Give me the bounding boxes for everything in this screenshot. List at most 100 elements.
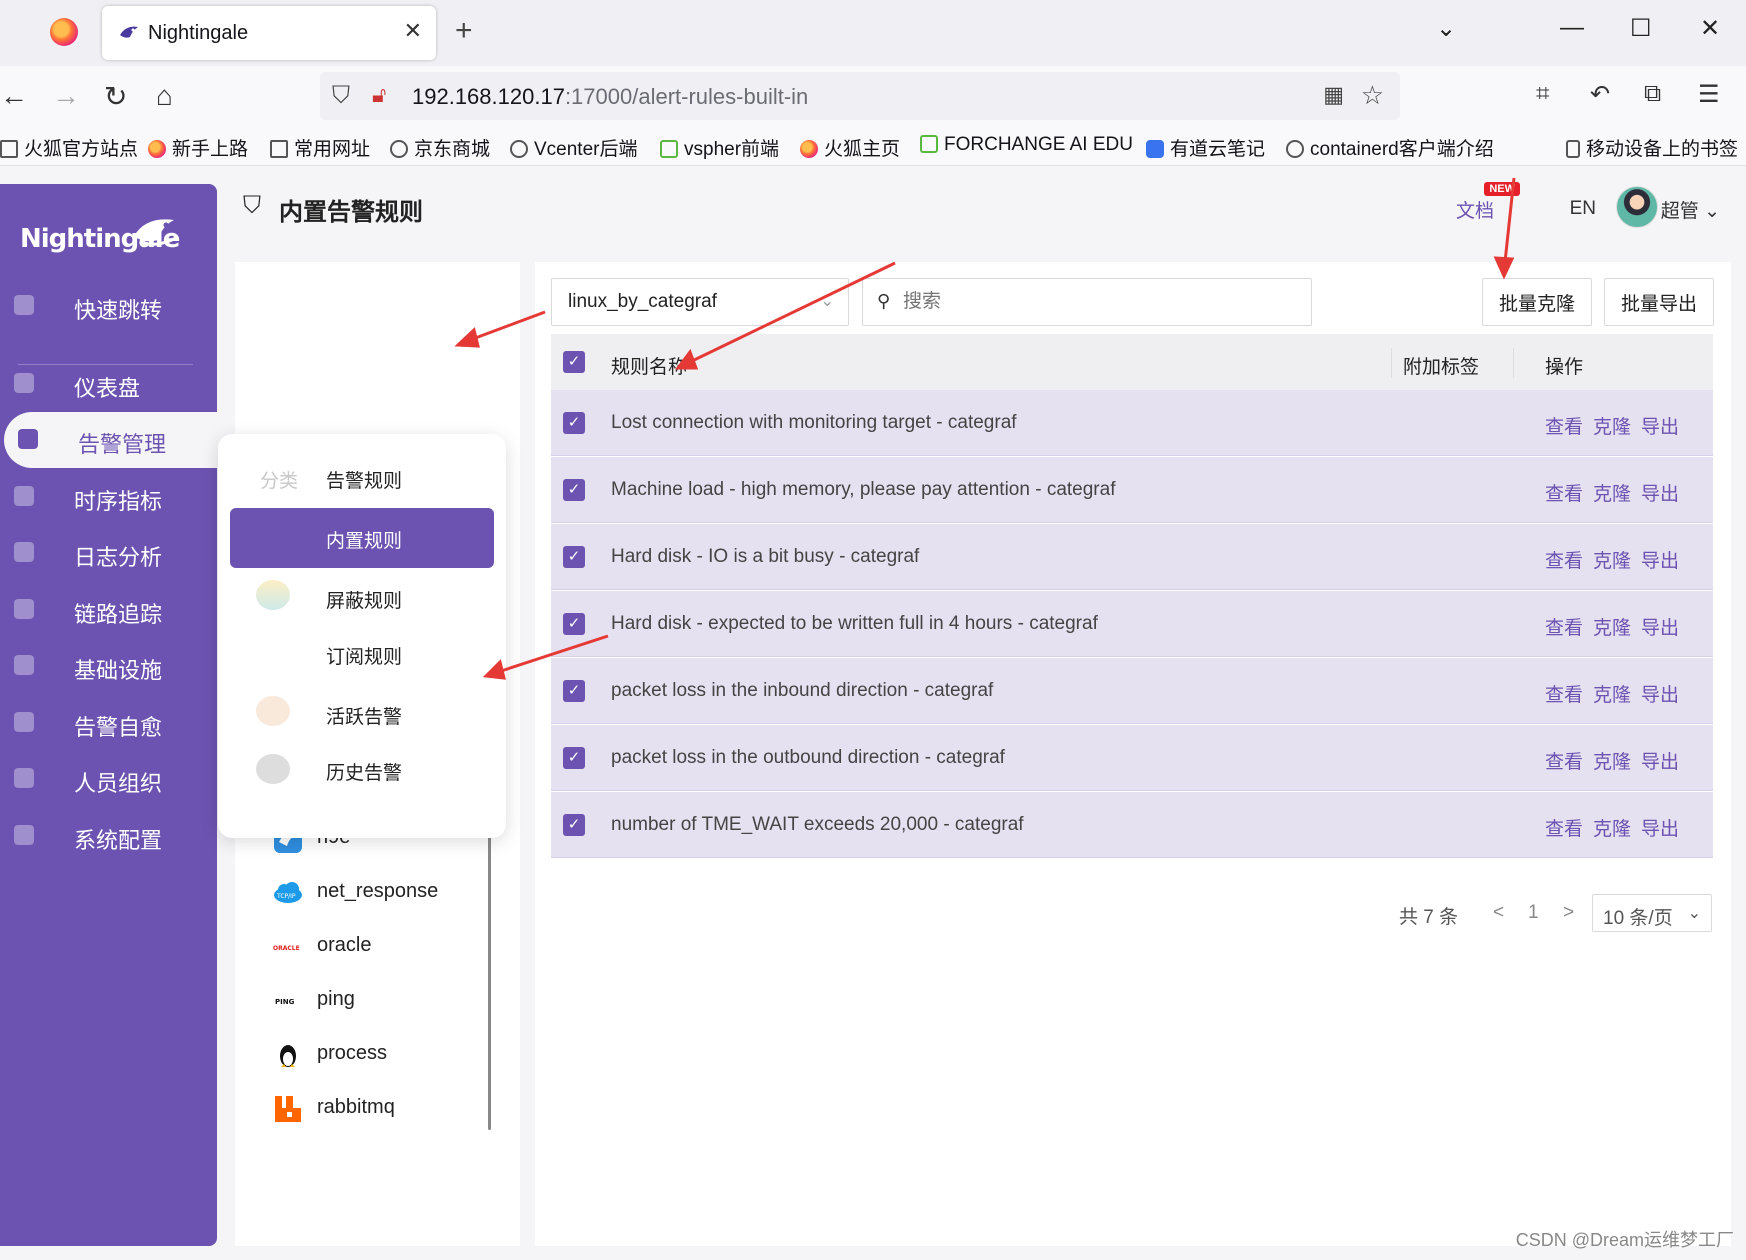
menu-item-infrastructure[interactable]: 基础设施 xyxy=(0,638,217,694)
firefox-icon[interactable] xyxy=(50,18,78,46)
row-checkbox[interactable]: ✓ xyxy=(563,680,585,702)
bookmark-item[interactable]: vspher前端 xyxy=(660,134,779,161)
tab-close-icon[interactable]: ✕ xyxy=(404,18,422,44)
export-link[interactable]: 导出 xyxy=(1641,814,1679,841)
clone-link[interactable]: 克隆 xyxy=(1593,680,1631,707)
close-window-icon[interactable]: ✕ xyxy=(1700,14,1720,43)
view-link[interactable]: 查看 xyxy=(1545,479,1583,506)
extensions-icon[interactable]: ⧉ xyxy=(1644,80,1661,108)
undo-icon[interactable]: ↶ xyxy=(1590,80,1610,109)
back-icon[interactable]: ← xyxy=(0,80,28,112)
menu-item-quick-jump[interactable]: 快速跳转 xyxy=(0,278,217,334)
menu-item-log-analysis[interactable]: 日志分析 xyxy=(0,525,217,581)
export-link[interactable]: 导出 xyxy=(1641,613,1679,640)
bookmark-item[interactable]: FORCHANGE AI EDU xyxy=(920,134,1133,156)
view-link[interactable]: 查看 xyxy=(1545,680,1583,707)
row-checkbox[interactable]: ✓ xyxy=(563,412,585,434)
user-menu[interactable]: 超管 ⌄ xyxy=(1661,196,1720,223)
forward-icon[interactable]: → xyxy=(52,80,80,112)
submenu-subscribe-rules[interactable]: 订阅规则 xyxy=(230,624,494,684)
submenu-active-alerts[interactable]: 活跃告警 xyxy=(230,684,494,744)
language-switch[interactable]: EN xyxy=(1570,198,1596,220)
export-link[interactable]: 导出 xyxy=(1641,680,1679,707)
bookmark-item[interactable]: Vcenter后端 xyxy=(510,134,637,161)
column-rule-name[interactable]: 规则名称 xyxy=(611,352,687,379)
avatar[interactable] xyxy=(1616,186,1658,228)
screenshot-icon[interactable]: ⌗ xyxy=(1536,80,1550,108)
clone-link[interactable]: 克隆 xyxy=(1593,546,1631,573)
home-icon[interactable]: ⌂ xyxy=(156,80,173,112)
page-size-select[interactable]: 10 条/页 ⌄ xyxy=(1592,894,1712,932)
select-all-checkbox[interactable]: ✓ xyxy=(563,351,585,373)
row-checkbox[interactable]: ✓ xyxy=(563,479,585,501)
menu-item-self-healing[interactable]: 告警自愈 xyxy=(0,695,217,751)
menu-item-metrics[interactable]: 时序指标 xyxy=(0,469,217,525)
menu-item-users[interactable]: 人员组织 xyxy=(0,751,217,807)
clone-link[interactable]: 克隆 xyxy=(1593,412,1631,439)
maximize-icon[interactable]: ☐ xyxy=(1630,14,1652,43)
component-item-net-response[interactable]: TCP/IP net_response xyxy=(259,862,489,922)
menu-item-system-config[interactable]: 系统配置 xyxy=(0,808,217,864)
menu-item-dashboard[interactable]: 仪表盘 xyxy=(0,356,217,412)
rule-name: Lost connection with monitoring target -… xyxy=(611,412,1017,433)
bookmark-item[interactable]: 京东商城 xyxy=(390,134,490,161)
export-link[interactable]: 导出 xyxy=(1641,747,1679,774)
component-item-rabbitmq[interactable]: rabbitmq xyxy=(259,1078,489,1138)
component-item-ping[interactable]: PING ping xyxy=(259,970,489,1030)
view-link[interactable]: 查看 xyxy=(1545,613,1583,640)
bookmark-item[interactable]: 火狐主页 xyxy=(800,134,900,161)
table-header: ✓ 规则名称 附加标签 操作 xyxy=(551,334,1713,390)
submenu-built-in-rules[interactable]: 内置规则 xyxy=(230,508,494,568)
minimize-icon[interactable]: — xyxy=(1560,14,1584,42)
row-checkbox[interactable]: ✓ xyxy=(563,814,585,836)
row-checkbox[interactable]: ✓ xyxy=(563,546,585,568)
export-link[interactable]: 导出 xyxy=(1641,546,1679,573)
pagination-next[interactable]: > xyxy=(1563,902,1574,924)
export-link[interactable]: 导出 xyxy=(1641,412,1679,439)
bookmark-item-mobile[interactable]: 移动设备上的书签 xyxy=(1566,134,1738,161)
view-link[interactable]: 查看 xyxy=(1545,546,1583,573)
insecure-lock-icon[interactable]: 🔓︎ xyxy=(372,82,386,108)
reload-icon[interactable]: ↻ xyxy=(104,80,127,113)
bookmark-item[interactable]: containerd客户端介绍 xyxy=(1286,134,1494,161)
bookmark-item[interactable]: 有道云笔记 xyxy=(1146,134,1265,161)
pagination-prev[interactable]: < xyxy=(1493,902,1504,924)
new-tab-button[interactable]: + xyxy=(455,14,473,48)
browser-tab[interactable]: Nightingale ✕ xyxy=(102,6,436,60)
menu-item-alert-management[interactable]: 告警管理 xyxy=(4,412,221,468)
clone-link[interactable]: 克隆 xyxy=(1593,747,1631,774)
component-item-process[interactable]: process xyxy=(259,1024,489,1084)
batch-clone-button[interactable]: 批量克隆 xyxy=(1482,278,1593,326)
ruleset-select[interactable]: linux_by_categraf ⌄ xyxy=(551,278,849,326)
tab-title: Nightingale xyxy=(148,22,249,44)
bookmark-star-icon[interactable]: ☆ xyxy=(1361,80,1384,111)
view-link[interactable]: 查看 xyxy=(1545,814,1583,841)
search-input[interactable] xyxy=(903,287,1303,317)
menu-item-tracing[interactable]: 链路追踪 xyxy=(0,582,217,638)
bookmark-item[interactable]: 常用网址 xyxy=(270,134,370,161)
view-link[interactable]: 查看 xyxy=(1545,747,1583,774)
qr-code-icon[interactable]: ▦ xyxy=(1323,82,1344,108)
list-all-tabs-icon[interactable]: ⌄ xyxy=(1436,14,1456,43)
search-field[interactable]: ⚲ xyxy=(862,278,1312,326)
component-item-oracle[interactable]: ORACLE oracle xyxy=(259,916,489,976)
view-link[interactable]: 查看 xyxy=(1545,412,1583,439)
bookmark-item[interactable]: 新手上路 xyxy=(148,134,248,161)
bookmark-item[interactable]: 火狐官方站点 xyxy=(0,134,138,161)
menu-icon[interactable]: ☰ xyxy=(1698,80,1720,109)
shield-icon[interactable]: ⛉ xyxy=(332,82,350,110)
pagination-page[interactable]: 1 xyxy=(1528,902,1539,924)
docs-link[interactable]: 文档 xyxy=(1456,196,1494,223)
url-bar[interactable]: ⛉ 🔓︎ 192.168.120.17:17000/alert-rules-bu… xyxy=(320,72,1400,120)
batch-export-button[interactable]: 批量导出 xyxy=(1604,278,1715,326)
submenu-mute-rules[interactable]: 屏蔽规则 xyxy=(230,568,494,628)
submenu-alert-rules[interactable]: 告警规则 xyxy=(230,448,494,508)
clone-link[interactable]: 克隆 xyxy=(1593,814,1631,841)
clone-link[interactable]: 克隆 xyxy=(1593,613,1631,640)
clone-link[interactable]: 克隆 xyxy=(1593,479,1631,506)
export-link[interactable]: 导出 xyxy=(1641,479,1679,506)
url-text[interactable]: 192.168.120.17:17000/alert-rules-built-i… xyxy=(412,84,808,110)
row-checkbox[interactable]: ✓ xyxy=(563,747,585,769)
submenu-alert-history[interactable]: 历史告警 xyxy=(230,740,494,800)
row-checkbox[interactable]: ✓ xyxy=(563,613,585,635)
